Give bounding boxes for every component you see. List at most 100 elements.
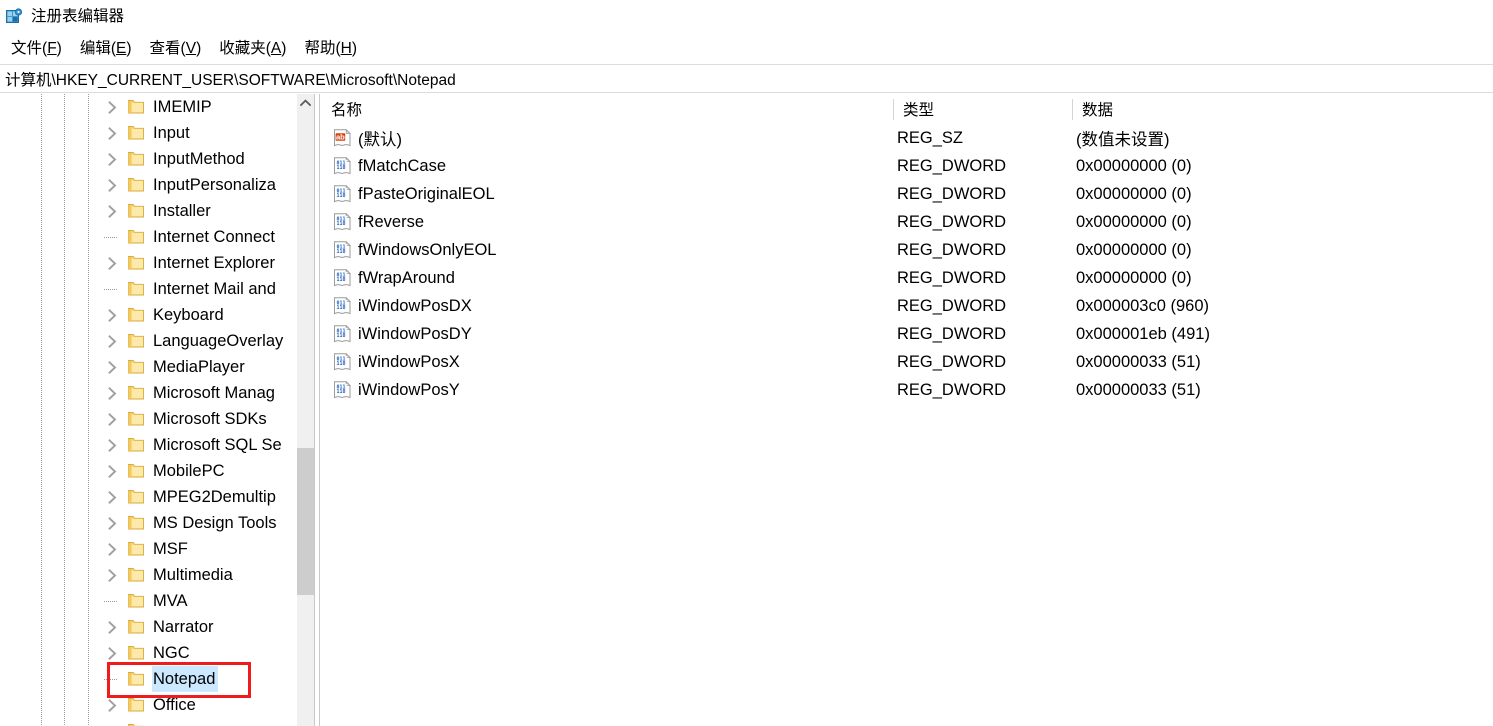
svg-text:110: 110 [336, 389, 345, 395]
tree-item[interactable] [0, 718, 310, 726]
value-row[interactable]: 011 110 fWrapAround REG_DWORD 0x00000000 (0) [321, 264, 1493, 292]
tree-item[interactable]: MSF [0, 536, 310, 562]
value-type: REG_DWORD [897, 352, 1007, 371]
registry-tree-pane[interactable]: IMEMIP Input InputMethod InputPersonaliza In… [0, 94, 310, 726]
chevron-right-icon[interactable] [104, 614, 121, 640]
chevron-right-icon[interactable] [104, 172, 121, 198]
reg-dword-icon: 011 110 [333, 324, 352, 343]
tree-guide-line [41, 432, 42, 458]
tree-item[interactable]: Microsoft SQL Se [0, 432, 310, 458]
tree-item[interactable]: MPEG2Demultip [0, 484, 310, 510]
chevron-right-icon[interactable] [104, 250, 121, 276]
column-header-name[interactable]: 名称 [321, 94, 362, 124]
folder-icon [128, 203, 144, 218]
tree-item[interactable]: Microsoft Manag [0, 380, 310, 406]
tree-item-label: LanguageOverlay [153, 331, 284, 350]
chevron-right-icon[interactable] [104, 94, 121, 120]
tree-item[interactable]: Narrator [0, 614, 310, 640]
tree-item[interactable]: Internet Connect [0, 224, 310, 250]
chevron-right-icon[interactable] [104, 510, 121, 536]
tree-item[interactable]: Office [0, 692, 310, 718]
value-row[interactable]: 011 110 iWindowPosX REG_DWORD 0x00000033 (51… [321, 348, 1493, 376]
tree-item-selected[interactable]: Notepad [0, 666, 310, 692]
menu-item-view[interactable]: 查看(V) [141, 34, 211, 61]
tree-item-label: MobilePC [153, 461, 225, 480]
tree-item[interactable]: Installer [0, 198, 310, 224]
tree-item[interactable]: InputMethod [0, 146, 310, 172]
folder-icon [128, 515, 144, 530]
chevron-right-icon[interactable] [104, 562, 121, 588]
tree-guide-line [64, 484, 65, 510]
value-row[interactable]: 011 110 fMatchCase REG_DWORD 0x00000000 (0) [321, 152, 1493, 180]
tree-item[interactable]: MobilePC [0, 458, 310, 484]
chevron-right-icon[interactable] [104, 640, 121, 666]
address-bar[interactable]: 计算机\HKEY_CURRENT_USER\SOFTWARE\Microsoft… [0, 64, 1493, 93]
tree-item-label: Internet Explorer [153, 253, 275, 272]
chevron-right-icon[interactable] [104, 692, 121, 718]
tree-item[interactable]: Multimedia [0, 562, 310, 588]
chevron-right-icon[interactable] [104, 406, 121, 432]
tree-item[interactable]: Internet Explorer [0, 250, 310, 276]
registry-values-pane[interactable]: 名称 类型 数据 ab (默认) REG_SZ (数值未设置) 011 110 fMatch… [321, 94, 1493, 726]
tree-guide-line [41, 614, 42, 640]
tree-item[interactable]: NGC [0, 640, 310, 666]
tree-item[interactable]: Microsoft SDKs [0, 406, 310, 432]
value-name: (默认) [358, 131, 402, 149]
menu-item-help[interactable]: 帮助(H) [295, 34, 366, 61]
tree-guide-line [41, 692, 42, 718]
chevron-right-icon[interactable] [104, 120, 121, 146]
folder-icon [128, 99, 144, 114]
chevron-right-icon[interactable] [104, 302, 121, 328]
folder-icon [128, 567, 144, 582]
menu-item-file[interactable]: 文件(F) [2, 34, 71, 61]
value-row[interactable]: 011 110 fReverse REG_DWORD 0x00000000 (0) [321, 208, 1493, 236]
tree-item[interactable]: Internet Mail and [0, 276, 310, 302]
tree-guide-line [64, 224, 65, 250]
chevron-right-icon[interactable] [104, 380, 121, 406]
tree-item[interactable]: InputPersonaliza [0, 172, 310, 198]
chevron-right-icon[interactable] [104, 354, 121, 380]
folder-icon [128, 541, 144, 556]
tree-guide-line [41, 328, 42, 354]
svg-text:110: 110 [336, 193, 345, 199]
tree-item[interactable]: IMEMIP [0, 94, 310, 120]
tree-guide-line [41, 172, 42, 198]
value-row[interactable]: 011 110 fPasteOriginalEOL REG_DWORD 0x000000… [321, 180, 1493, 208]
values-row-list: ab (默认) REG_SZ (数值未设置) 011 110 fMatchCase REG_D… [321, 124, 1493, 404]
tree-vertical-scrollbar[interactable] [297, 94, 314, 726]
tree-item-label: Office [153, 695, 196, 714]
chevron-up-icon[interactable] [297, 94, 314, 111]
chevron-right-icon[interactable] [104, 328, 121, 354]
column-header-data[interactable]: 数据 [1072, 94, 1113, 124]
column-header-type[interactable]: 类型 [893, 94, 934, 124]
tree-guide-line [64, 562, 65, 588]
menu-item-edit[interactable]: 编辑(E) [71, 34, 141, 61]
menu-mnemonic-edit: E [116, 40, 127, 57]
tree-guide-line [64, 692, 65, 718]
tree-item[interactable]: Input [0, 120, 310, 146]
value-row[interactable]: 011 110 fWindowsOnlyEOL REG_DWORD 0x00000000… [321, 236, 1493, 264]
value-row[interactable]: ab (默认) REG_SZ (数值未设置) [321, 124, 1493, 152]
tree-guide-line [88, 120, 89, 146]
chevron-right-icon[interactable] [104, 484, 121, 510]
chevron-right-icon[interactable] [104, 458, 121, 484]
value-row[interactable]: 011 110 iWindowPosY REG_DWORD 0x00000033 (51… [321, 376, 1493, 404]
chevron-right-icon[interactable] [104, 432, 121, 458]
chevron-right-icon[interactable] [104, 146, 121, 172]
scrollbar-thumb[interactable] [297, 448, 314, 595]
value-data: 0x00000000 (0) [1076, 212, 1192, 231]
tree-item[interactable]: Keyboard [0, 302, 310, 328]
tree-item[interactable]: MediaPlayer [0, 354, 310, 380]
reg-dword-icon: 011 110 [333, 380, 352, 399]
tree-item[interactable]: MVA [0, 588, 310, 614]
chevron-right-icon[interactable] [104, 536, 121, 562]
tree-guide-line [41, 406, 42, 432]
tree-item[interactable]: LanguageOverlay [0, 328, 310, 354]
value-row[interactable]: 011 110 iWindowPosDX REG_DWORD 0x000003c0 (9… [321, 292, 1493, 320]
value-row[interactable]: 011 110 iWindowPosDY REG_DWORD 0x000001eb (4… [321, 320, 1493, 348]
chevron-right-icon[interactable] [104, 198, 121, 224]
pane-splitter[interactable] [314, 94, 320, 726]
tree-guide-line [88, 458, 89, 484]
menu-item-favorites[interactable]: 收藏夹(A) [210, 34, 295, 61]
tree-item[interactable]: MS Design Tools [0, 510, 310, 536]
